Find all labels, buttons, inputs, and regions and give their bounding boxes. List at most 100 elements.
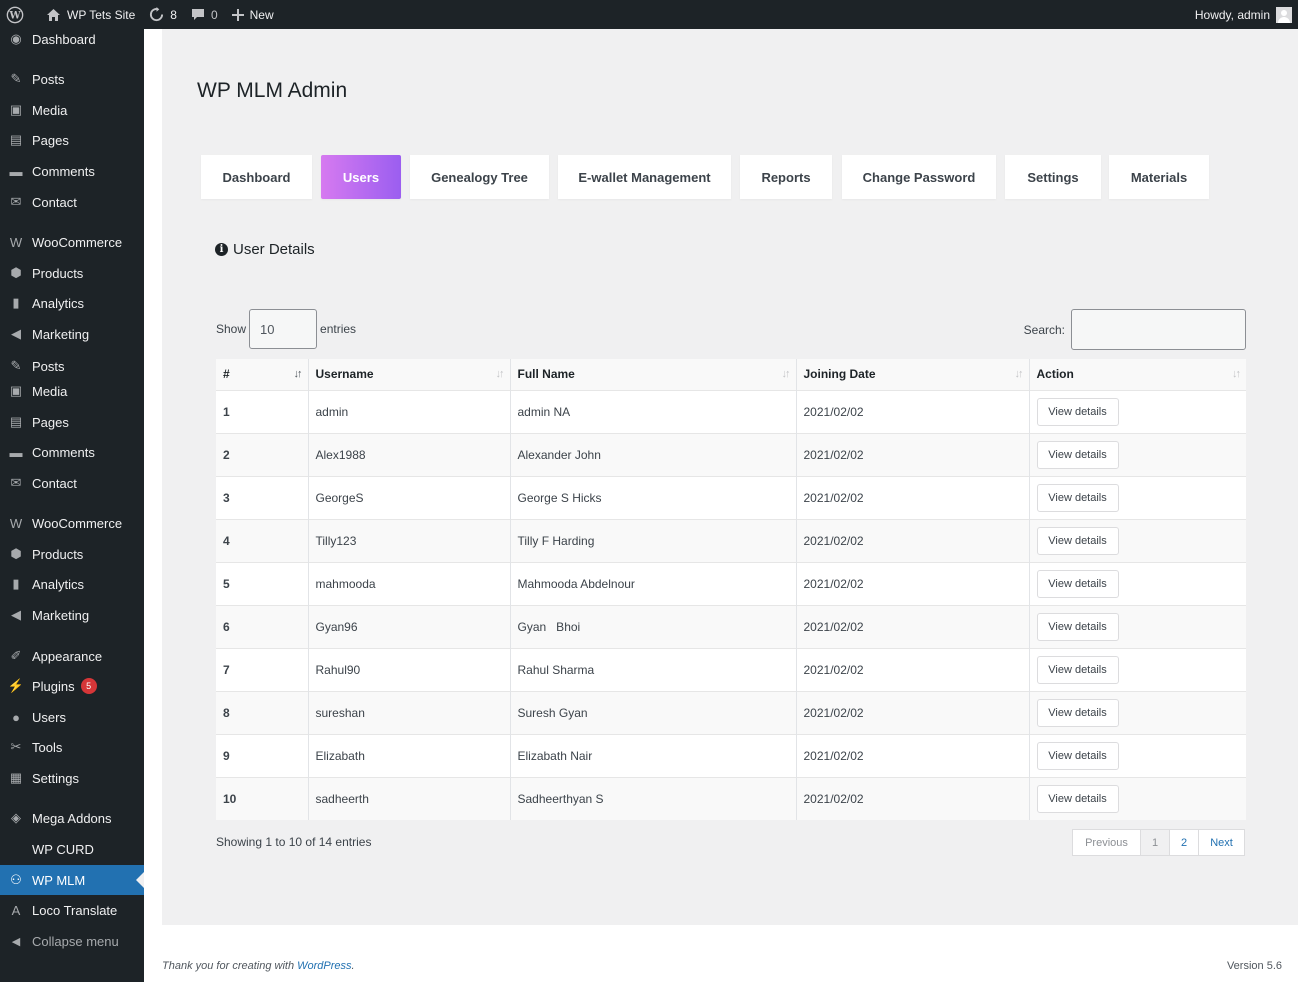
cell-fullname: Mahmooda Abdelnour: [510, 561, 797, 605]
tab-genealogy-tree[interactable]: Genealogy Tree: [410, 155, 549, 199]
cell-number: 4: [216, 518, 309, 562]
wordpress-link[interactable]: WordPress: [297, 960, 351, 972]
sort-asc-icon: ↓↑: [293, 368, 303, 380]
sidebar-item-woocommerce[interactable]: W WooCommerce: [0, 227, 144, 257]
pages-icon: ▤: [9, 132, 23, 147]
table-row: 8 sureshan Suresh Gyan 2021/02/02 View detai…: [216, 690, 1246, 734]
view-details-button[interactable]: View details: [1036, 526, 1119, 555]
view-details-button[interactable]: View details: [1036, 397, 1119, 426]
view-details-button[interactable]: View details: [1036, 784, 1119, 813]
view-details-button[interactable]: View details: [1036, 612, 1119, 641]
sidebar-item-woocommerce[interactable]: W WooCommerce: [0, 508, 144, 538]
sidebar-item-label: Pages: [32, 414, 69, 430]
cell-number: 5: [216, 561, 309, 605]
sidebar-item-media[interactable]: ▣ Media: [0, 376, 144, 406]
sidebar-item-comments[interactable]: ▬ Comments: [0, 437, 144, 467]
view-details-button[interactable]: View details: [1036, 698, 1119, 727]
sidebar-item-label: Posts: [32, 71, 65, 87]
sidebar-item-posts[interactable]: ✎ Posts: [0, 359, 144, 373]
comments-link[interactable]: 0: [184, 0, 225, 29]
dashboard-icon: ◉: [10, 31, 22, 46]
sidebar-item-label: Media: [32, 102, 68, 118]
my-account-link[interactable]: Howdy, admin: [1195, 0, 1292, 29]
column-header-joining-date[interactable]: Joining Date ↓↑: [796, 359, 1030, 390]
pages-icon: ▤: [9, 414, 23, 429]
updates-link[interactable]: 8: [142, 0, 184, 29]
cell-action: View details: [1029, 561, 1246, 605]
tab-reports[interactable]: Reports: [740, 155, 832, 199]
sidebar-item-marketing[interactable]: ◀ Marketing: [0, 600, 144, 630]
sidebar-item-label: Comments: [32, 163, 95, 179]
sidebar-item-label: Comments: [32, 444, 95, 460]
tab-change-password[interactable]: Change Password: [842, 155, 996, 199]
tab-dashboard[interactable]: Dashboard: [201, 155, 312, 199]
cell-number: 8: [216, 690, 309, 734]
table-info: Showing 1 to 10 of 14 entries: [216, 835, 372, 849]
cell-joining-date: 2021/02/02: [796, 475, 1030, 519]
view-details-button[interactable]: View details: [1036, 483, 1119, 512]
sidebar-item-pages[interactable]: ▤ Pages: [0, 407, 144, 437]
tab-e-wallet-management[interactable]: E-wallet Management: [558, 155, 731, 199]
bar-chart-icon: ▮: [12, 576, 20, 591]
sidebar-item-dashboard[interactable]: ◉ Dashboard: [0, 24, 144, 54]
cell-fullname: Sadheerthyan S: [510, 776, 797, 820]
column-header-username[interactable]: Username ↓↑: [308, 359, 511, 390]
tab-materials[interactable]: Materials: [1109, 155, 1209, 199]
box-icon: ⬢: [10, 546, 22, 561]
view-details-button[interactable]: View details: [1036, 741, 1119, 770]
sidebar-item-plugins[interactable]: ⚡ Plugins 5: [0, 671, 144, 701]
table-row: 1 admin admin NA 2021/02/02 View details: [216, 389, 1246, 433]
comment-icon: [191, 8, 205, 22]
cell-action: View details: [1029, 604, 1246, 648]
cell-fullname: George S Hicks: [510, 475, 797, 519]
cell-joining-date: 2021/02/02: [796, 690, 1030, 734]
sidebar-item-users[interactable]: ● Users: [0, 702, 144, 732]
sidebar-item-posts[interactable]: ✎ Posts: [0, 64, 144, 94]
table-header-row: # ↓↑ Username ↓↑ Full Name ↓↑ Joining Date ↓…: [216, 359, 1246, 390]
entries-select[interactable]: 10: [249, 309, 318, 349]
sidebar-item-mega-addons[interactable]: ◈ Mega Addons: [0, 803, 144, 833]
sidebar-item-contact[interactable]: ✉ Contact: [0, 468, 144, 498]
sidebar-item-loco-translate[interactable]: A Loco Translate: [0, 895, 144, 925]
comments-count: 0: [210, 7, 218, 22]
cell-joining-date: 2021/02/02: [796, 776, 1030, 820]
search-input[interactable]: [1071, 309, 1246, 350]
sidebar-item-tools[interactable]: ✂ Tools: [0, 732, 144, 762]
tab-users[interactable]: Users: [321, 155, 401, 199]
tab-settings[interactable]: Settings: [1005, 155, 1101, 199]
view-details-button[interactable]: View details: [1036, 655, 1119, 684]
column-header-action[interactable]: Action ↓↑: [1029, 359, 1246, 390]
sidebar-item-contact[interactable]: ✉ Contact: [0, 187, 144, 217]
sidebar-item-label: Dashboard: [32, 31, 96, 47]
cell-number: 6: [216, 604, 309, 648]
sidebar-item-analytics[interactable]: ▮ Analytics: [0, 288, 144, 318]
sidebar-item-wp-mlm[interactable]: ⚇ WP MLM: [0, 865, 144, 895]
sidebar-item-settings[interactable]: ▦ Settings: [0, 763, 144, 793]
view-details-button[interactable]: View details: [1036, 569, 1119, 598]
sidebar-item-label: Collapse menu: [32, 933, 119, 949]
cell-joining-date: 2021/02/02: [796, 647, 1030, 691]
table-body: 1 admin admin NA 2021/02/02 View details 2 Ale…: [216, 389, 1246, 820]
page-button-1[interactable]: 1: [1141, 830, 1170, 855]
view-details-button[interactable]: View details: [1036, 440, 1119, 469]
sidebar-item-products[interactable]: ⬢ Products: [0, 258, 144, 288]
cell-fullname: Elizabath Nair: [510, 733, 797, 777]
sidebar-item-marketing[interactable]: ◀ Marketing: [0, 319, 144, 349]
cell-action: View details: [1029, 647, 1246, 691]
sidebar-item-pages[interactable]: ▤ Pages: [0, 125, 144, 155]
sidebar-item-comments[interactable]: ▬ Comments: [0, 156, 144, 186]
search-control: Search:: [1024, 309, 1246, 350]
previous-page-button[interactable]: Previous: [1073, 830, 1141, 855]
sidebar-item-collapse-menu[interactable]: ◀ Collapse menu: [0, 926, 144, 956]
new-content-link[interactable]: New: [225, 0, 281, 29]
column-header-fullname[interactable]: Full Name ↓↑: [510, 359, 797, 390]
table-row: 5 mahmooda Mahmooda Abdelnour 2021/02/02 Vie…: [216, 561, 1246, 605]
sidebar-item-wp-curd[interactable]: WP CURD: [0, 834, 144, 864]
sidebar-item-appearance[interactable]: ✐ Appearance: [0, 641, 144, 671]
page-button-2[interactable]: 2: [1170, 830, 1199, 855]
sidebar-item-media[interactable]: ▣ Media: [0, 95, 144, 125]
sidebar-item-analytics[interactable]: ▮ Analytics: [0, 569, 144, 599]
sidebar-item-products[interactable]: ⬢ Products: [0, 539, 144, 569]
column-header-number[interactable]: # ↓↑: [216, 359, 309, 390]
next-page-button[interactable]: Next: [1199, 830, 1244, 855]
